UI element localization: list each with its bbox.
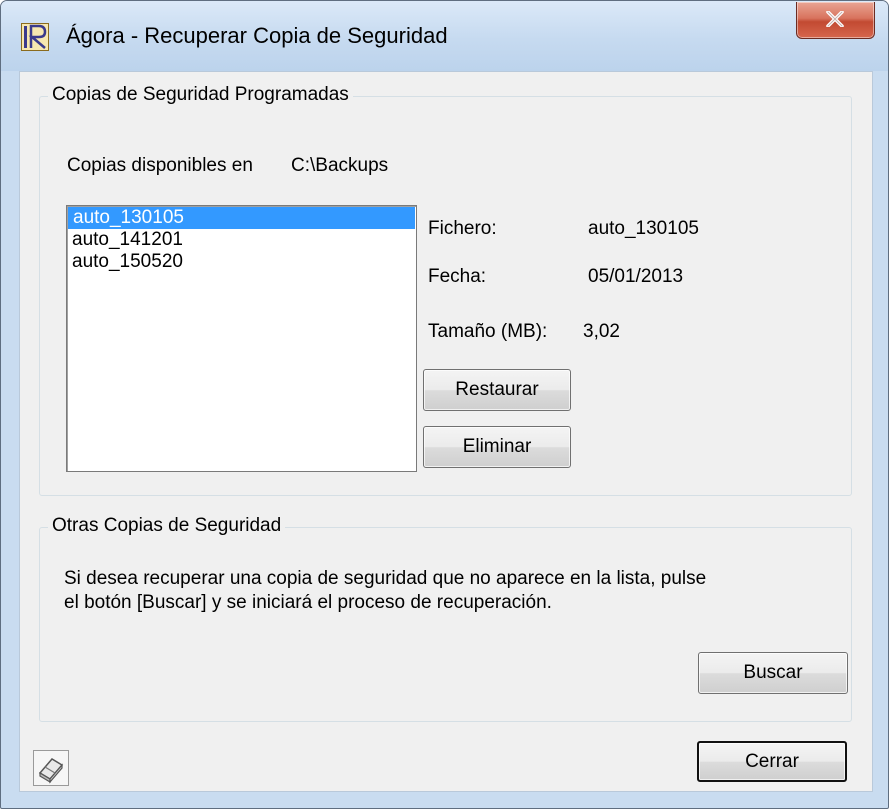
size-label: Tamaño (MB): <box>428 321 548 342</box>
backup-path-value: C:\Backups <box>291 155 389 176</box>
backup-listbox[interactable]: auto_130105 auto_141201 auto_150520 <box>66 205 417 472</box>
list-item[interactable]: auto_141201 <box>67 229 416 251</box>
other-backups-instructions: Si desea recuperar una copia de segurida… <box>64 567 844 615</box>
restore-button[interactable]: Restaurar <box>423 369 571 411</box>
list-item[interactable]: auto_130105 <box>68 207 415 229</box>
instructions-line-2: el botón [Buscar] y se iniciará el proce… <box>64 592 552 613</box>
window-title: Ágora - Recuperar Copia de Seguridad <box>66 23 448 48</box>
available-copies-label: Copias disponibles en <box>67 155 253 176</box>
search-button[interactable]: Buscar <box>698 652 848 694</box>
other-backups-legend: Otras Copias de Seguridad <box>48 515 286 537</box>
dialog-client-area: Copias de Seguridad Programadas Copias d… <box>19 71 873 792</box>
list-item[interactable]: auto_150520 <box>67 251 416 273</box>
close-icon <box>826 11 844 27</box>
file-value: auto_130105 <box>588 218 699 239</box>
dialog-window: Ágora - Recuperar Copia de Seguridad Cop… <box>0 0 889 809</box>
eraser-icon[interactable] <box>33 750 69 786</box>
close-dialog-button[interactable]: Cerrar <box>697 741 847 782</box>
date-label: Fecha: <box>428 266 487 287</box>
file-label: Fichero: <box>428 218 497 239</box>
agora-app-icon[interactable] <box>21 23 49 51</box>
delete-button[interactable]: Eliminar <box>423 426 571 468</box>
title-bar[interactable]: Ágora - Recuperar Copia de Seguridad <box>1 1 888 71</box>
scheduled-backups-legend: Copias de Seguridad Programadas <box>48 84 353 106</box>
window-close-button[interactable] <box>796 2 875 39</box>
size-value: 3,02 <box>583 321 620 342</box>
instructions-line-1: Si desea recuperar una copia de segurida… <box>64 568 707 589</box>
date-value: 05/01/2013 <box>588 266 684 287</box>
scheduled-backups-group: Copias de Seguridad Programadas Copias d… <box>39 84 852 496</box>
